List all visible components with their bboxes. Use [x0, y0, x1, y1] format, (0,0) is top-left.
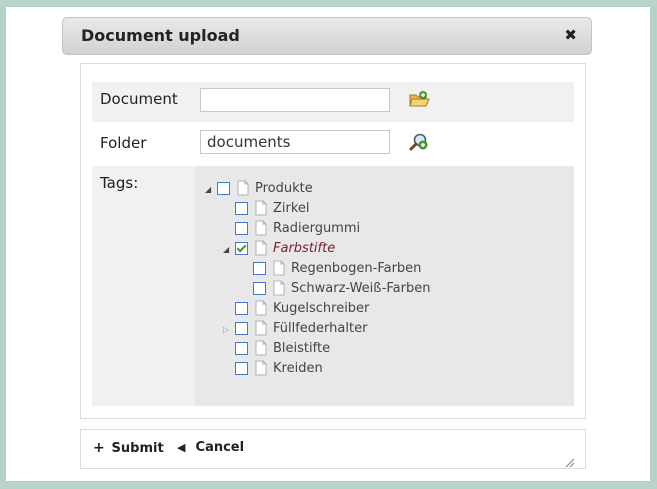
- tree-node-label[interactable]: Kugelschreiber: [273, 301, 369, 316]
- folder-label: Folder: [100, 134, 147, 152]
- tag-tree-panel: ◢ Produkte Zirkel Radiergummi ◢ Farbstifte Reg…: [195, 166, 574, 406]
- tree-checkbox[interactable]: [235, 342, 248, 355]
- tree-checkbox[interactable]: [235, 222, 248, 235]
- document-icon: [255, 340, 267, 356]
- tree-expanded-icon[interactable]: ◢: [205, 185, 213, 195]
- tree-checkbox[interactable]: [253, 262, 266, 275]
- tags-label: Tags:: [100, 174, 139, 192]
- document-icon: [255, 320, 267, 336]
- tree-node-label[interactable]: Bleistifte: [273, 341, 330, 356]
- resize-grip-icon[interactable]: [563, 456, 575, 468]
- folder-row: Folder: [92, 126, 574, 164]
- close-icon[interactable]: ✖: [564, 26, 577, 44]
- tree-checkbox[interactable]: [253, 282, 266, 295]
- document-icon: [255, 220, 267, 236]
- upload-dialog: Document upload ✖ Document Folder docume…: [62, 17, 592, 469]
- tree-checkbox[interactable]: [235, 302, 248, 315]
- folder-input[interactable]: [200, 130, 390, 154]
- tree-node-label[interactable]: Regenbogen-Farben: [291, 261, 421, 276]
- folder-open-icon[interactable]: [408, 90, 430, 110]
- document-input[interactable]: [200, 88, 390, 112]
- submit-button[interactable]: + Submit: [93, 440, 164, 458]
- dialog-titlebar[interactable]: Document upload ✖: [62, 17, 592, 55]
- tree-node-label[interactable]: Radiergummi: [273, 221, 360, 236]
- dialog-content: Document Folder documents Tags: ◢ Produk…: [80, 63, 586, 419]
- document-icon: [255, 200, 267, 216]
- tags-row: Tags: ◢ Produkte Zirkel Radiergummi ◢ Farbsti…: [92, 166, 574, 406]
- tree-node-label[interactable]: Schwarz-Weiß-Farben: [291, 281, 430, 296]
- tree-expanded-icon[interactable]: ◢: [223, 245, 231, 255]
- dialog-footer: + Submit ◀ Cancel: [80, 429, 586, 469]
- document-label: Document: [100, 90, 178, 108]
- tree-checkbox[interactable]: [235, 362, 248, 375]
- document-icon: [255, 360, 267, 376]
- tree-checkbox[interactable]: [235, 202, 248, 215]
- tree-checkbox[interactable]: [217, 182, 230, 195]
- tree-checkbox[interactable]: [235, 322, 248, 335]
- cancel-label: Cancel: [195, 440, 245, 455]
- document-icon: [255, 240, 267, 256]
- search-add-icon[interactable]: [408, 132, 430, 152]
- back-arrow-icon: ◀: [177, 441, 186, 454]
- dialog-title: Document upload: [81, 26, 240, 45]
- tree-node-label[interactable]: Zirkel: [273, 201, 310, 216]
- tree-node-label[interactable]: Farbstifte: [273, 241, 335, 256]
- tree-node-label[interactable]: Füllfederhalter: [273, 321, 367, 336]
- page-frame: Document upload ✖ Document Folder docume…: [6, 7, 650, 481]
- document-icon: [255, 300, 267, 316]
- cancel-button[interactable]: ◀ Cancel: [177, 440, 244, 458]
- tree-checkbox[interactable]: [235, 242, 248, 255]
- document-icon: [273, 280, 285, 296]
- document-row: Document: [92, 82, 574, 122]
- plus-icon: +: [93, 440, 105, 456]
- tree-node-label[interactable]: Produkte: [255, 181, 313, 196]
- tree-collapsed-icon[interactable]: ▷: [223, 325, 231, 335]
- document-icon: [237, 180, 249, 196]
- tree-node-label[interactable]: Kreiden: [273, 361, 323, 376]
- document-icon: [273, 260, 285, 276]
- submit-label: Submit: [111, 441, 164, 456]
